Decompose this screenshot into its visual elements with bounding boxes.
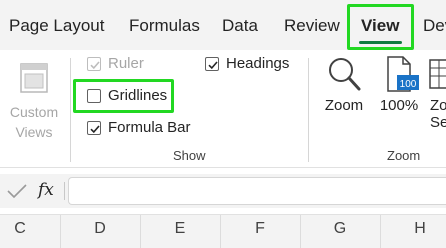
view-tab-highlight <box>347 4 414 50</box>
zoom-group-label: Zoom <box>387 148 421 163</box>
column-header-f[interactable]: F <box>220 220 300 238</box>
zoom-100-icon-text: 100 <box>399 79 417 90</box>
column-header-e[interactable]: E <box>140 220 220 238</box>
formula-input[interactable] <box>68 177 446 205</box>
ruler-label: Ruler <box>108 55 144 72</box>
column-headers: C D E F G H <box>0 214 446 248</box>
tab-developer[interactable]: Dev <box>423 16 446 36</box>
magnifier-icon <box>329 58 361 91</box>
zoom-to-selection-label-line1: Zo <box>430 97 446 114</box>
tab-formulas[interactable]: Formulas <box>129 16 200 36</box>
gridlines-highlight <box>73 79 174 113</box>
zoom-to-selection-label-line2: Se <box>430 114 446 131</box>
formula-bar: fx <box>0 174 446 208</box>
column-header-c[interactable]: C <box>0 220 60 238</box>
custom-views-label: Custom Views <box>9 104 59 140</box>
zoom-button[interactable]: Zoom <box>322 54 366 114</box>
headings-checkbox[interactable] <box>205 57 219 71</box>
zoom-100-button[interactable]: 100 100% <box>376 54 422 114</box>
column-header-h[interactable]: H <box>380 220 446 238</box>
ruler-checkbox[interactable] <box>87 57 101 71</box>
group-separator <box>70 58 71 162</box>
formula-bar-checkbox[interactable] <box>87 121 101 135</box>
custom-views-icon <box>20 63 48 93</box>
headings-label: Headings <box>226 55 290 72</box>
insert-function-button[interactable]: fx <box>38 180 54 200</box>
tab-review[interactable]: Review <box>284 16 340 36</box>
ribbon-panel: Custom Views Ruler Gridlines Formula Bar… <box>0 50 446 168</box>
column-header-d[interactable]: D <box>60 220 140 238</box>
zoom-to-selection-icon <box>429 59 446 89</box>
group-separator <box>308 58 309 162</box>
zoom-label: Zoom <box>324 97 364 114</box>
zoom-100-label: 100% <box>379 97 419 114</box>
formula-bar-divider <box>64 182 65 200</box>
show-group-label: Show <box>173 148 206 163</box>
tab-data[interactable]: Data <box>222 16 258 36</box>
tab-page-layout[interactable]: Page Layout <box>9 16 104 36</box>
custom-views-button[interactable]: Custom Views <box>6 58 62 142</box>
ribbon: Custom Views Ruler Gridlines Formula Bar… <box>0 50 446 168</box>
formula-bar-label: Formula Bar <box>108 119 191 136</box>
checkmark-icon[interactable] <box>6 182 28 200</box>
zoom-to-selection-button[interactable]: Zo Se <box>427 54 446 131</box>
column-header-g[interactable]: G <box>300 220 380 238</box>
